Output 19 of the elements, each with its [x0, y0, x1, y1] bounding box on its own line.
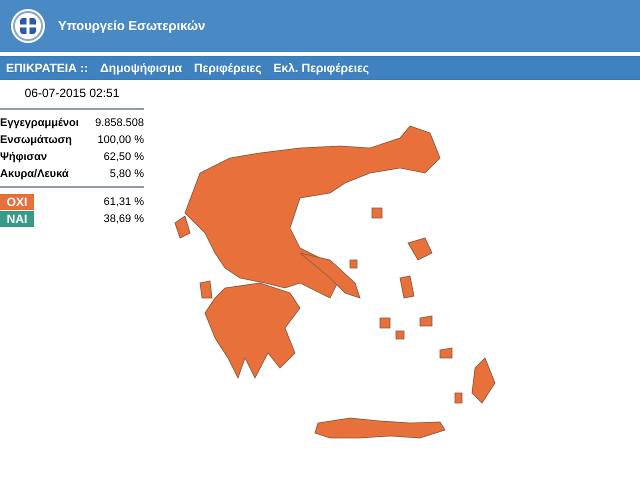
stat-label: Εγγεγραμμένοι	[0, 116, 79, 132]
stat-label: Ακυρα/Λευκά	[0, 167, 69, 182]
emblem-icon	[10, 8, 46, 44]
nav-link[interactable]: Δημοψήφισμα	[100, 59, 182, 77]
timestamp: 06-07-2015 02:51	[0, 84, 144, 110]
result-value: 38,69 %	[104, 212, 144, 227]
stat-label: Ενσωμάτωση	[0, 133, 72, 148]
stat-value: 100,00 %	[98, 133, 144, 148]
nav-link[interactable]: ΕΠΙΚΡΑΤΕΙΑ ::	[6, 59, 88, 77]
result-label: ΟΧΙ	[0, 194, 34, 210]
ministry-title: Υπουργείο Εσωτερικών	[58, 17, 206, 36]
nav-link[interactable]: Περιφέρειες	[194, 59, 262, 77]
stat-value: 9.858.508	[95, 116, 144, 132]
stat-value: 5,80 %	[110, 167, 144, 182]
stat-value: 62,50 %	[104, 150, 144, 166]
result-label: ΝΑΙ	[0, 211, 34, 227]
result-value: 61,31 %	[104, 194, 144, 210]
nav-link[interactable]: Εκλ. Περιφέρειες	[273, 59, 370, 77]
stat-label: Ψήφισαν	[0, 150, 47, 166]
